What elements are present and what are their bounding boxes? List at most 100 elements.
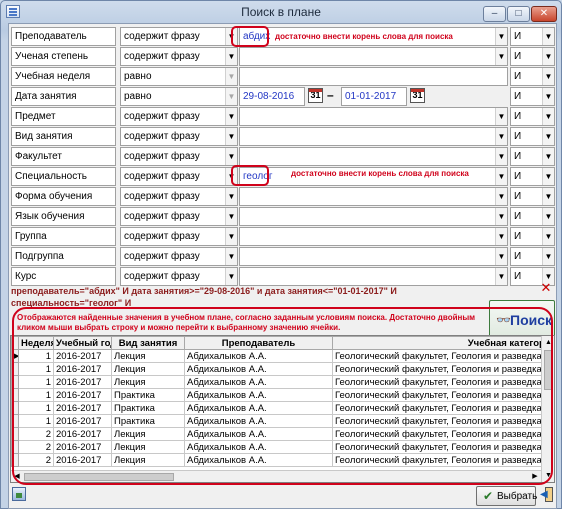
operator-select[interactable]: содержит фразу ▼: [120, 167, 238, 186]
cell-lesson-type[interactable]: Лекция: [111, 427, 185, 441]
calendar-icon[interactable]: 31: [410, 88, 425, 103]
scroll-down-icon[interactable]: ▼: [542, 469, 554, 482]
chevron-down-icon[interactable]: ▼: [542, 48, 554, 65]
chevron-down-icon[interactable]: ▼: [542, 28, 554, 45]
value-input[interactable]: ▼: [239, 127, 508, 146]
chevron-down-icon[interactable]: ▼: [225, 148, 237, 165]
cell-year[interactable]: 2016-2017: [53, 401, 112, 415]
table-row[interactable]: 1 2016-2017 Практика Абдихалыков А.А. Ге…: [11, 414, 554, 428]
clear-query-icon[interactable]: ✕: [540, 281, 552, 295]
value-input[interactable]: ▼: [239, 227, 508, 246]
operator-select[interactable]: содержит фразу ▼: [120, 147, 238, 166]
scroll-right-icon[interactable]: ▶: [529, 471, 541, 482]
cell-week[interactable]: 1: [18, 388, 54, 402]
conjunction-select[interactable]: И ▼: [510, 47, 555, 66]
cell-teacher[interactable]: Абдихалыков А.А.: [184, 453, 333, 467]
chevron-down-icon[interactable]: ▼: [225, 228, 237, 245]
cell-lesson-type[interactable]: Практика: [111, 414, 185, 428]
table-row[interactable]: 2 2016-2017 Лекция Абдихалыков А.А. Геол…: [11, 440, 554, 454]
chevron-down-icon[interactable]: ▼: [495, 228, 507, 245]
cell-teacher[interactable]: Абдихалыков А.А.: [184, 414, 333, 428]
operator-select[interactable]: содержит фразу ▼: [120, 187, 238, 206]
cell-year[interactable]: 2016-2017: [53, 414, 112, 428]
table-row[interactable]: ▶ 1 2016-2017 Лекция Абдихалыков А.А. Ге…: [11, 349, 554, 363]
conjunction-select[interactable]: И ▼: [510, 167, 555, 186]
vertical-scrollbar[interactable]: ▲ ▼: [541, 336, 554, 482]
chevron-down-icon[interactable]: ▼: [542, 208, 554, 225]
cell-teacher[interactable]: Абдихалыков А.А.: [184, 375, 333, 389]
operator-select[interactable]: содержит фразу ▼: [120, 267, 238, 286]
value-input[interactable]: ▼: [239, 267, 508, 286]
conjunction-select[interactable]: И ▼: [510, 187, 555, 206]
chevron-down-icon[interactable]: ▼: [495, 208, 507, 225]
cell-lesson-type[interactable]: Лекция: [111, 349, 185, 363]
chevron-down-icon[interactable]: ▼: [542, 248, 554, 265]
cell-year[interactable]: 2016-2017: [53, 388, 112, 402]
conjunction-select[interactable]: И ▼: [510, 247, 555, 266]
chevron-down-icon[interactable]: ▼: [542, 168, 554, 185]
table-row[interactable]: 1 2016-2017 Лекция Абдихалыков А.А. Геол…: [11, 375, 554, 389]
cell-lesson-type[interactable]: Практика: [111, 401, 185, 415]
cell-week[interactable]: 1: [18, 414, 54, 428]
chevron-down-icon[interactable]: ▼: [495, 248, 507, 265]
results-grid[interactable]: Неделя Учебный год Вид занятия Преподава…: [10, 335, 555, 483]
column-header-teacher[interactable]: Преподаватель: [184, 336, 333, 350]
chevron-down-icon[interactable]: ▼: [225, 268, 237, 285]
cell-teacher[interactable]: Абдихалыков А.А.: [184, 388, 333, 402]
column-header-category[interactable]: Учебная категория: [332, 336, 554, 350]
cell-week[interactable]: 2: [18, 453, 54, 467]
cell-category[interactable]: Геологический факультет, Геология и разв…: [332, 349, 554, 363]
cell-week[interactable]: 2: [18, 440, 54, 454]
cell-year[interactable]: 2016-2017: [53, 375, 112, 389]
horizontal-scrollbar[interactable]: ◀ ▶: [11, 470, 541, 482]
scroll-thumb[interactable]: [544, 350, 553, 390]
chevron-down-icon[interactable]: ▼: [542, 228, 554, 245]
export-icon[interactable]: [12, 487, 26, 501]
cell-week[interactable]: 1: [18, 375, 54, 389]
value-input[interactable]: ▼: [239, 187, 508, 206]
table-row[interactable]: 1 2016-2017 Практика Абдихалыков А.А. Ге…: [11, 401, 554, 415]
value-input[interactable]: ▼: [239, 207, 508, 226]
chevron-down-icon[interactable]: ▼: [495, 128, 507, 145]
cell-lesson-type[interactable]: Практика: [111, 388, 185, 402]
select-button[interactable]: ✔ Выбрать: [476, 486, 537, 506]
search-button[interactable]: 👓 Поиск: [489, 300, 555, 340]
title-bar[interactable]: Поиск в плане – □ ✕: [1, 1, 561, 23]
chevron-down-icon[interactable]: ▼: [225, 108, 237, 125]
cell-week[interactable]: 2: [18, 427, 54, 441]
cell-teacher[interactable]: Абдихалыков А.А.: [184, 401, 333, 415]
cell-category[interactable]: Геологический факультет, Геология и разв…: [332, 440, 554, 454]
column-header-lesson-type[interactable]: Вид занятия: [111, 336, 185, 350]
chevron-down-icon[interactable]: ▼: [225, 248, 237, 265]
scroll-left-icon[interactable]: ◀: [11, 471, 23, 482]
table-row[interactable]: 1 2016-2017 Лекция Абдихалыков А.А. Геол…: [11, 362, 554, 376]
operator-select[interactable]: содержит фразу ▼: [120, 127, 238, 146]
chevron-down-icon[interactable]: ▼: [495, 48, 507, 65]
exit-button[interactable]: ◀: [540, 487, 554, 503]
cell-year[interactable]: 2016-2017: [53, 427, 112, 441]
column-header-year[interactable]: Учебный год: [53, 336, 112, 350]
cell-lesson-type[interactable]: Лекция: [111, 375, 185, 389]
cell-category[interactable]: Геологический факультет, Геология и разв…: [332, 401, 554, 415]
cell-category[interactable]: Геологический факультет, Геология и разв…: [332, 362, 554, 376]
chevron-down-icon[interactable]: ▼: [542, 88, 554, 105]
cell-year[interactable]: 2016-2017: [53, 349, 112, 363]
conjunction-select[interactable]: И ▼: [510, 27, 555, 46]
cell-lesson-type[interactable]: Лекция: [111, 362, 185, 376]
cell-teacher[interactable]: Абдихалыков А.А.: [184, 427, 333, 441]
chevron-down-icon[interactable]: ▼: [495, 268, 507, 285]
conjunction-select[interactable]: И ▼: [510, 227, 555, 246]
operator-select[interactable]: содержит фразу ▼: [120, 207, 238, 226]
cell-category[interactable]: Геологический факультет, Геология и разв…: [332, 427, 554, 441]
minimize-button[interactable]: –: [483, 6, 506, 22]
chevron-down-icon[interactable]: ▼: [495, 148, 507, 165]
conjunction-select[interactable]: И ▼: [510, 67, 555, 86]
chevron-down-icon[interactable]: ▼: [495, 28, 507, 45]
value-input[interactable]: ▼: [239, 107, 508, 126]
chevron-down-icon[interactable]: ▼: [542, 188, 554, 205]
cell-year[interactable]: 2016-2017: [53, 440, 112, 454]
calendar-icon[interactable]: 31: [308, 88, 323, 103]
operator-select[interactable]: содержит фразу ▼: [120, 27, 238, 46]
conjunction-select[interactable]: И ▼: [510, 127, 555, 146]
cell-week[interactable]: 1: [18, 401, 54, 415]
